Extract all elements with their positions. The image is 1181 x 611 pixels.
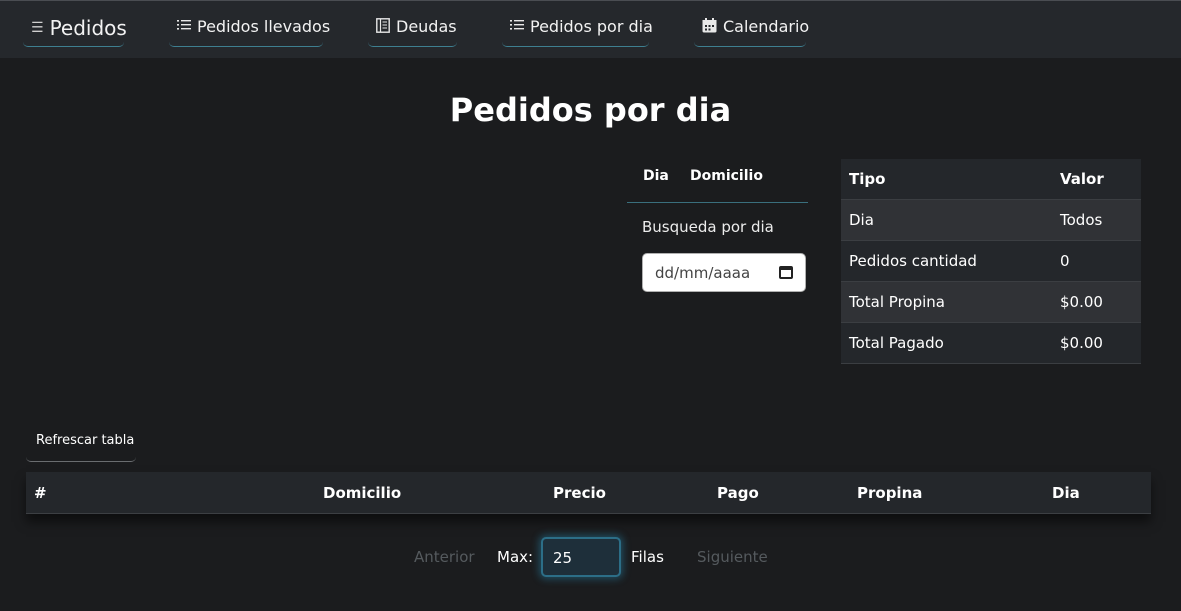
list-icon [510, 19, 524, 34]
tab-dia[interactable]: Dia [643, 168, 669, 184]
rows-label: Filas [631, 548, 664, 566]
filter-tabs: Dia Domicilio [627, 159, 808, 203]
page-title: Pedidos por dia [449, 91, 732, 129]
summary-row: Pedidos cantidad 0 [841, 240, 1141, 282]
summary-header-tipo: Tipo [841, 159, 1052, 200]
orders-table-header: # Domicilio Precio Pago Propina Dia [26, 472, 1151, 514]
next-page-button[interactable]: Siguiente [697, 548, 768, 566]
search-label: Busqueda por dia [642, 218, 774, 236]
ledger-icon [376, 17, 390, 36]
summary-key: Dia [841, 199, 1052, 241]
menu-icon: ☰ [31, 19, 44, 36]
summary-key: Pedidos cantidad [841, 240, 1052, 282]
refresh-table-button[interactable]: Refrescar tabla [26, 424, 136, 462]
date-input[interactable]: dd/mm/aaaa [642, 253, 806, 292]
list-icon [177, 19, 191, 34]
calendar-picker-icon[interactable] [779, 266, 793, 279]
nav-pedidos-llevados[interactable]: Pedidos llevados [169, 13, 330, 47]
summary-row: Dia Todos [841, 199, 1141, 241]
summary-header-row: Tipo Valor [841, 159, 1141, 200]
summary-header-valor: Valor [1052, 159, 1141, 200]
nav-label: Deudas [396, 17, 457, 36]
previous-page-button[interactable]: Anterior [414, 548, 475, 566]
date-placeholder: dd/mm/aaaa [655, 263, 751, 282]
max-label: Max: [497, 548, 534, 566]
rows-per-page-input[interactable]: 25 [541, 537, 621, 577]
column-header-precio[interactable]: Precio [553, 484, 606, 502]
nav-deudas[interactable]: Deudas [368, 13, 457, 47]
column-header-pago[interactable]: Pago [717, 484, 759, 502]
brand-link[interactable]: ☰ Pedidos [23, 13, 127, 47]
column-header-propina[interactable]: Propina [857, 484, 922, 502]
summary-key: Total Propina [841, 281, 1052, 323]
summary-value: 0 [1052, 240, 1141, 282]
tab-domicilio[interactable]: Domicilio [690, 168, 763, 184]
summary-row: Total Pagado $0.00 [841, 322, 1141, 364]
column-header-dia[interactable]: Dia [1052, 484, 1080, 502]
summary-key: Total Pagado [841, 322, 1052, 364]
column-header-domicilio[interactable]: Domicilio [323, 484, 401, 502]
calendar-icon [702, 17, 717, 36]
nav-calendario[interactable]: Calendario [694, 13, 810, 47]
summary-value: $0.00 [1052, 281, 1141, 323]
nav-label: Calendario [723, 17, 810, 36]
nav-label: Pedidos por dia [530, 17, 653, 36]
summary-value: Todos [1052, 199, 1141, 241]
nav-pedidos-por-dia[interactable]: Pedidos por dia [502, 13, 653, 47]
navbar: ☰ Pedidos Pedidos llevados Deudas Pedido… [0, 1, 1181, 58]
column-header-number[interactable]: # [34, 484, 47, 502]
summary-value: $0.00 [1052, 322, 1141, 364]
summary-row: Total Propina $0.00 [841, 281, 1141, 323]
nav-label: Pedidos llevados [197, 17, 331, 36]
brand-label: Pedidos [49, 15, 127, 40]
summary-table: Tipo Valor Dia Todos Pedidos cantidad 0 … [841, 159, 1141, 364]
